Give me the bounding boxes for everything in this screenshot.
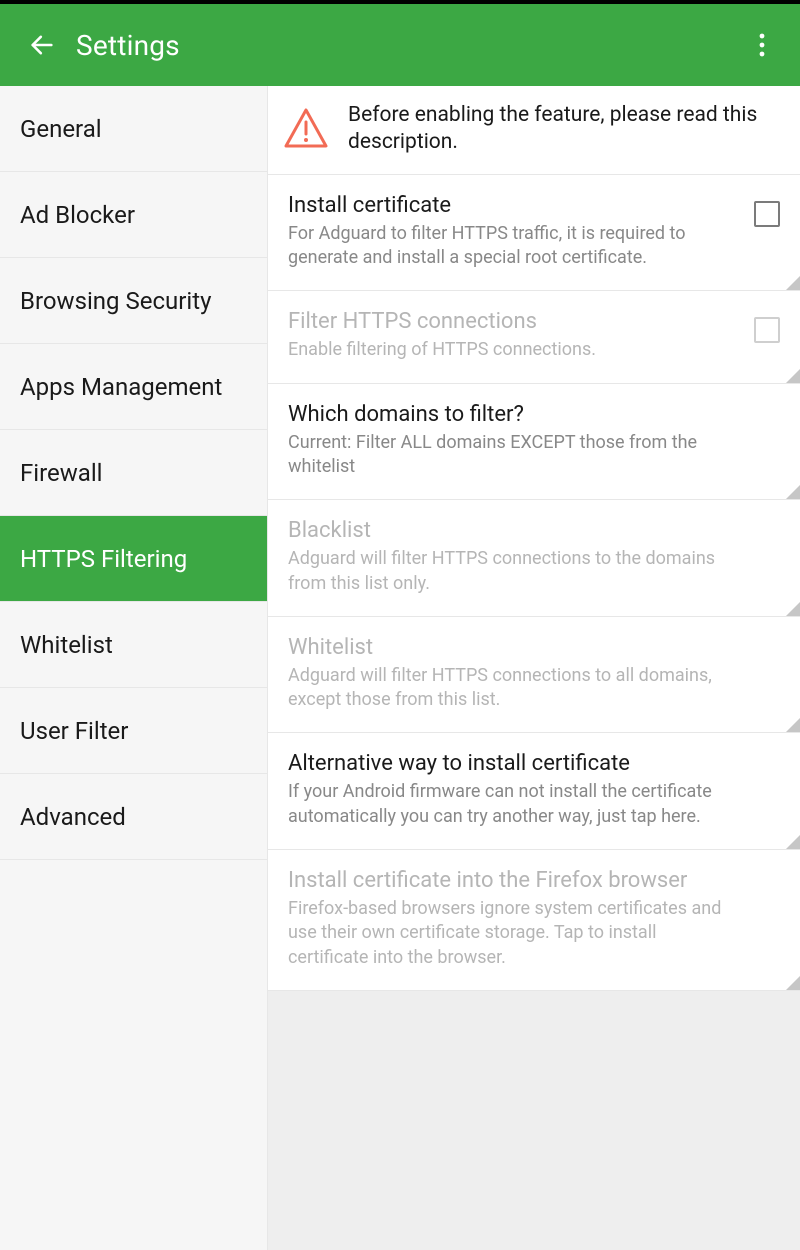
resize-grip-icon [786, 976, 800, 990]
page-title: Settings [76, 29, 180, 62]
warning-notice[interactable]: Before enabling the feature, please read… [268, 86, 800, 175]
setting-description: Enable filtering of HTTPS connections. [288, 338, 780, 362]
back-button[interactable] [22, 25, 62, 65]
setting-title: Filter HTTPS connections [288, 309, 780, 334]
sidebar-item-label: HTTPS Filtering [20, 545, 187, 573]
warning-icon [282, 104, 330, 152]
setting-filter-https: Filter HTTPS connections Enable filtering… [268, 291, 800, 383]
setting-description: Firefox-based browsers ignore system cer… [288, 897, 780, 970]
sidebar-list: General Ad Blocker Browsing Security Apps M… [0, 86, 267, 860]
resize-grip-icon [786, 835, 800, 849]
setting-firefox-install: Install certificate into the Firefox bro… [268, 850, 800, 991]
setting-title: Alternative way to install certificate [288, 751, 780, 776]
warning-text: Before enabling the feature, please read… [348, 102, 780, 156]
setting-whitelist: Whitelist Adguard will filter HTTPS conne… [268, 617, 800, 734]
sidebar-item-label: General [20, 115, 102, 143]
sidebar-item-label: Firewall [20, 459, 103, 487]
setting-blacklist: Blacklist Adguard will filter HTTPS conne… [268, 500, 800, 617]
sidebar-item-browsing-security[interactable]: Browsing Security [0, 258, 267, 344]
sidebar-item-label: Advanced [20, 803, 126, 831]
resize-grip-icon [786, 602, 800, 616]
resize-grip-icon [786, 485, 800, 499]
setting-description: For Adguard to filter HTTPS traffic, it … [288, 222, 780, 271]
settings-list: Install certificate For Adguard to filter… [268, 175, 800, 991]
setting-install-cert[interactable]: Install certificate For Adguard to filter… [268, 175, 800, 292]
setting-title: Install certificate into the Firefox bro… [288, 868, 780, 893]
more-vert-icon [759, 33, 765, 57]
sidebar-item-label: Whitelist [20, 631, 113, 659]
sidebar-item-user-filter[interactable]: User Filter [0, 688, 267, 774]
setting-title: Blacklist [288, 518, 780, 543]
sidebar-item-firewall[interactable]: Firewall [0, 430, 267, 516]
setting-description: If your Android firmware can not install… [288, 780, 780, 829]
sidebar-item-https-filtering[interactable]: HTTPS Filtering [0, 516, 267, 602]
sidebar-item-general[interactable]: General [0, 86, 267, 172]
arrow-left-icon [28, 31, 56, 59]
setting-alt-install[interactable]: Alternative way to install certificate If… [268, 733, 800, 850]
sidebar-item-label: Apps Management [20, 373, 222, 401]
setting-title: Which domains to filter? [288, 402, 780, 427]
setting-description: Current: Filter ALL domains EXCEPT those… [288, 431, 780, 480]
resize-grip-icon [786, 718, 800, 732]
checkbox [754, 317, 780, 343]
setting-title: Install certificate [288, 193, 780, 218]
setting-which-domains[interactable]: Which domains to filter? Current: Filter … [268, 384, 800, 501]
sidebar: General Ad Blocker Browsing Security Apps M… [0, 86, 268, 1250]
sidebar-item-label: User Filter [20, 717, 128, 745]
overflow-menu-button[interactable] [742, 4, 782, 86]
sidebar-item-whitelist[interactable]: Whitelist [0, 602, 267, 688]
main-panel: Before enabling the feature, please read… [268, 86, 800, 1250]
setting-description: Adguard will filter HTTPS connections to… [288, 547, 780, 596]
sidebar-item-advanced[interactable]: Advanced [0, 774, 267, 860]
resize-grip-icon [786, 276, 800, 290]
checkbox[interactable] [754, 201, 780, 227]
content: General Ad Blocker Browsing Security Apps M… [0, 86, 800, 1250]
sidebar-item-label: Browsing Security [20, 287, 211, 315]
resize-grip-icon [786, 369, 800, 383]
setting-title: Whitelist [288, 635, 780, 660]
sidebar-item-ad-blocker[interactable]: Ad Blocker [0, 172, 267, 258]
sidebar-item-label: Ad Blocker [20, 201, 135, 229]
sidebar-item-apps-management[interactable]: Apps Management [0, 344, 267, 430]
app-bar: Settings [0, 4, 800, 86]
setting-description: Adguard will filter HTTPS connections to… [288, 664, 780, 713]
